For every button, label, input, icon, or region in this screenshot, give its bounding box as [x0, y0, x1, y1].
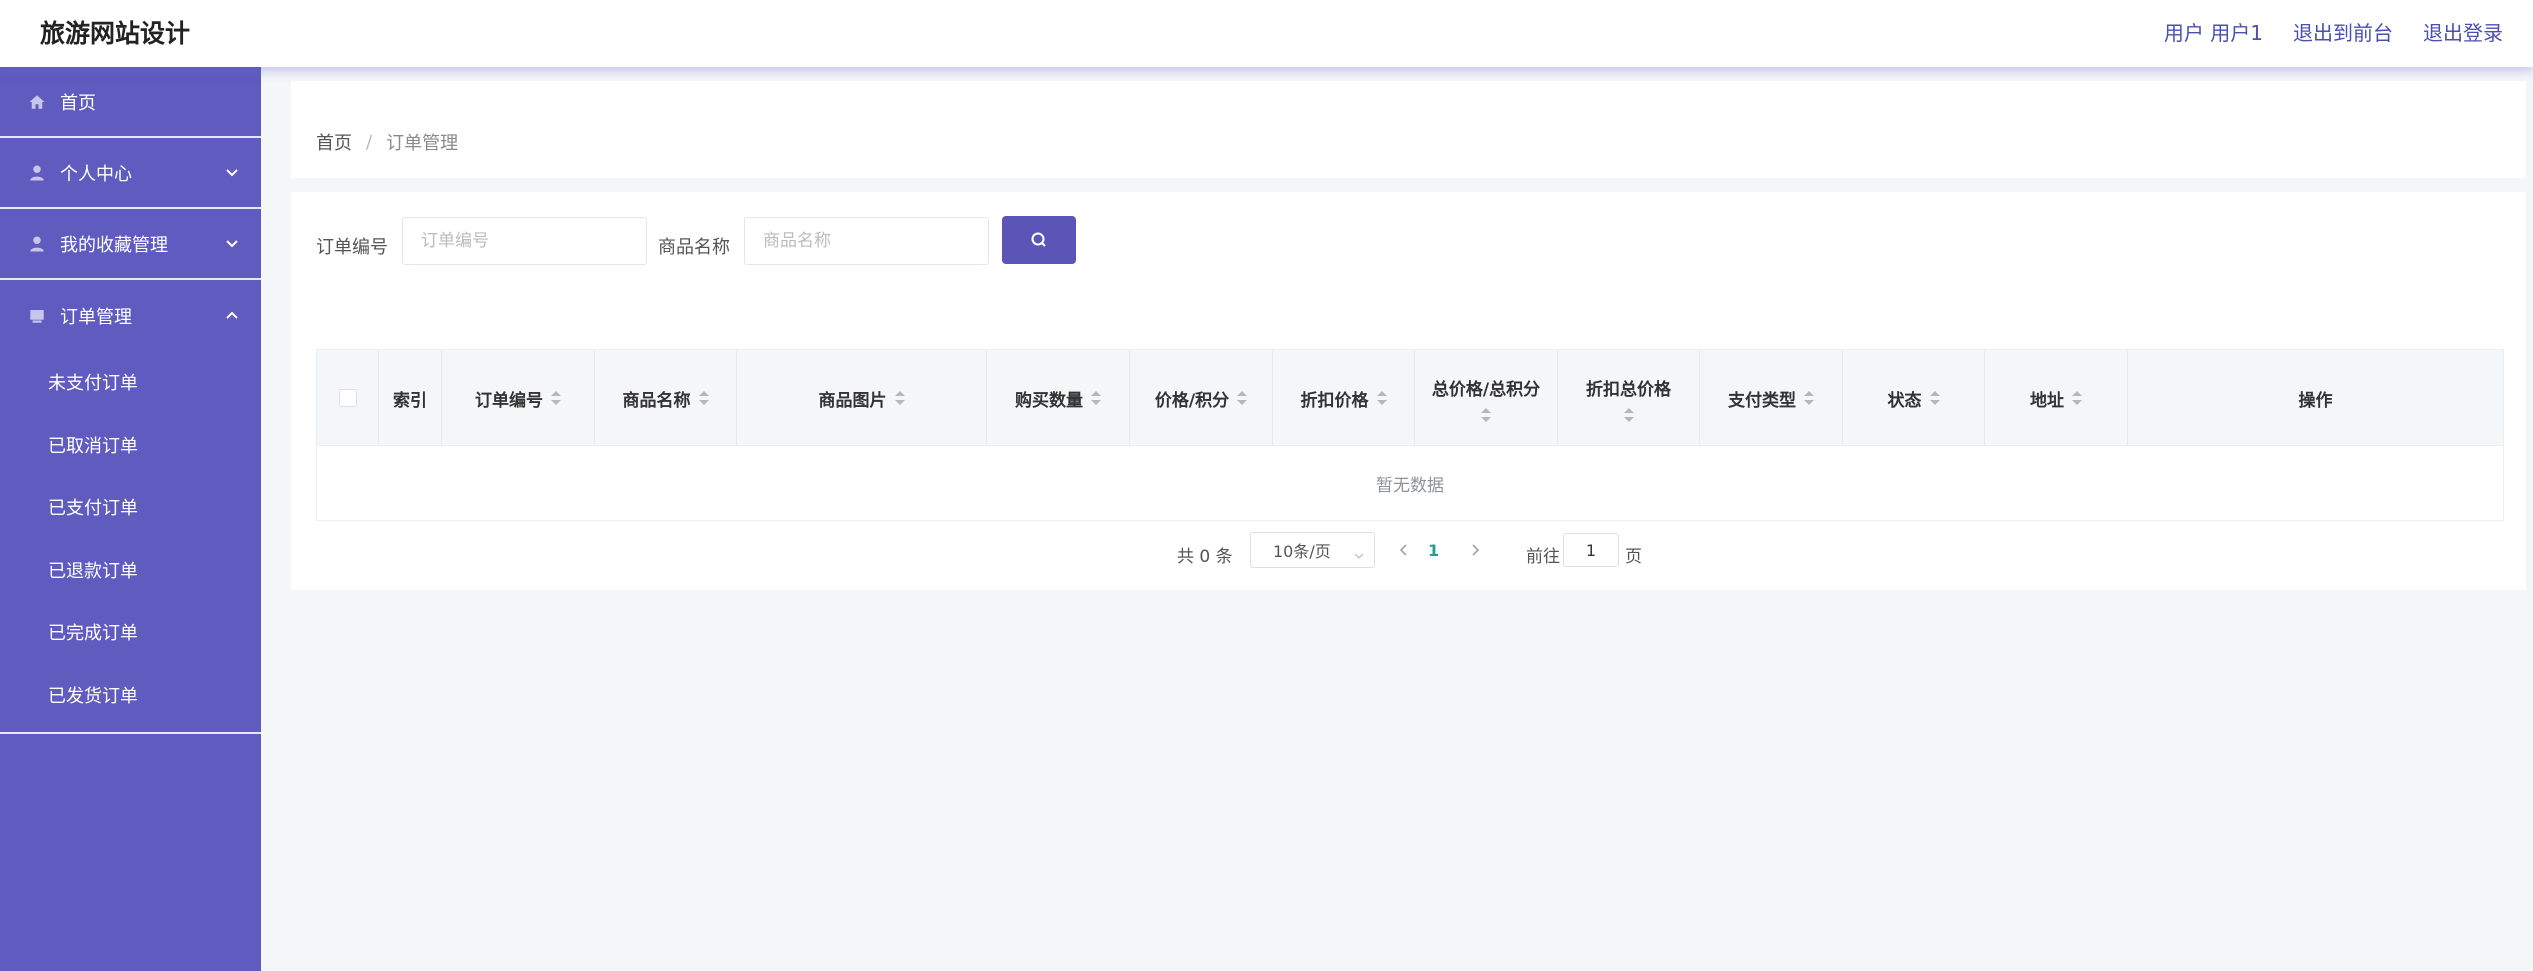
- page-number-current[interactable]: 1: [1428, 541, 1439, 560]
- column-header-quantity[interactable]: 购买数量: [987, 350, 1130, 446]
- order-icon: [28, 307, 46, 325]
- logout-link[interactable]: 退出登录: [2423, 17, 2503, 46]
- goto-label: 前往: [1526, 547, 1560, 567]
- site-title: 旅游网站设计: [40, 19, 191, 48]
- page-size-value: 10条/页: [1273, 542, 1331, 561]
- select-all-cell: [317, 350, 379, 446]
- chevron-down-icon: [1354, 546, 1364, 560]
- sort-icon: [551, 391, 561, 405]
- user-icon: [28, 164, 46, 182]
- submenu-item-cancelled[interactable]: 已取消订单: [0, 414, 261, 477]
- sort-icon: [1237, 391, 1248, 405]
- orders-table: 索引 订单编号 商品名称 商品图片 购买数量 价格/积分 折扣价格 总价格/总积…: [316, 349, 2504, 521]
- search-button[interactable]: [1002, 216, 1076, 264]
- select-all-checkbox[interactable]: [338, 389, 357, 407]
- sidebar-item-orders[interactable]: 订单管理: [0, 280, 261, 351]
- submenu-item-refunded[interactable]: 已退款订单: [0, 539, 261, 602]
- sidebar-item-label: 我的收藏管理: [60, 234, 168, 256]
- sort-icon: [1929, 391, 1940, 405]
- sidebar-item-home[interactable]: 首页: [0, 67, 261, 138]
- submenu-item-completed[interactable]: 已完成订单: [0, 601, 261, 664]
- page-size-select[interactable]: 10条/页: [1250, 532, 1375, 568]
- column-header-discount-price[interactable]: 折扣价格: [1273, 350, 1415, 446]
- prev-page-button[interactable]: [1397, 542, 1411, 558]
- pagination: 共 0 条 10条/页 1 前往 页: [291, 532, 2526, 572]
- sidebar-item-label: 订单管理: [60, 306, 132, 328]
- column-header-price[interactable]: 价格/积分: [1130, 350, 1273, 446]
- user-icon: [28, 235, 46, 253]
- column-header-actions: 操作: [2298, 390, 2333, 411]
- column-header-discount-total[interactable]: 折扣总价格: [1558, 350, 1700, 446]
- sidebar-item-label: 个人中心: [60, 163, 132, 185]
- submenu-item-paid[interactable]: 已支付订单: [0, 476, 261, 539]
- sidebar-item-personal-center[interactable]: 个人中心: [0, 138, 261, 209]
- sort-icon: [1091, 391, 1101, 405]
- sort-icon: [2072, 391, 2082, 405]
- main-content: 首页 / 订单管理 订单编号 商品名称 索引 订单编号: [261, 67, 2533, 971]
- sidebar-item-label: 首页: [60, 92, 96, 114]
- column-header-product-image[interactable]: 商品图片: [737, 350, 987, 446]
- sort-icon: [1481, 407, 1491, 422]
- column-header-total[interactable]: 总价格/总积分: [1415, 350, 1558, 446]
- breadcrumb: 首页 / 订单管理: [316, 129, 458, 155]
- chevron-up-icon: [225, 306, 239, 320]
- back-to-frontend-link[interactable]: 退出到前台: [2293, 17, 2393, 46]
- submenu-item-unpaid[interactable]: 未支付订单: [0, 351, 261, 414]
- sort-icon: [1804, 391, 1814, 405]
- sort-icon: [1623, 407, 1634, 422]
- total-count: 共 0 条: [1177, 547, 1233, 567]
- breadcrumb-home[interactable]: 首页: [316, 129, 352, 155]
- next-page-button[interactable]: [1468, 542, 1482, 558]
- product-name-input[interactable]: [744, 217, 989, 265]
- order-no-input[interactable]: [402, 217, 647, 265]
- sidebar-item-favorites[interactable]: 我的收藏管理: [0, 209, 261, 280]
- sidebar: 首页 个人中心 我的收藏管理 订单管理 未支付订单 已取消订单 已支付订单 已退…: [0, 67, 261, 971]
- order-no-label: 订单编号: [316, 237, 388, 258]
- search-icon: [1031, 232, 1046, 247]
- column-header-index: 索引: [379, 350, 442, 446]
- column-header-pay-type[interactable]: 支付类型: [1700, 350, 1843, 446]
- sort-icon: [894, 391, 905, 405]
- top-nav: 用户 用户1 退出到前台 退出登录: [2134, 17, 2503, 46]
- orders-submenu: 未支付订单 已取消订单 已支付订单 已退款订单 已完成订单 已发货订单: [0, 351, 261, 734]
- goto-suffix: 页: [1625, 547, 1642, 567]
- table-header: 索引 订单编号 商品名称 商品图片 购买数量 价格/积分 折扣价格 总价格/总积…: [317, 350, 2503, 446]
- breadcrumb-card: 首页 / 订单管理: [291, 81, 2526, 178]
- current-user-label: 用户 用户1: [2163, 21, 2263, 45]
- sort-icon: [1376, 391, 1387, 405]
- breadcrumb-separator: /: [366, 131, 373, 153]
- sort-icon: [698, 391, 709, 405]
- empty-state: 暂无数据: [1376, 475, 1444, 496]
- column-header-status[interactable]: 状态: [1843, 350, 1985, 446]
- breadcrumb-current: 订单管理: [386, 133, 459, 154]
- chevron-down-icon: [225, 235, 239, 249]
- column-header-address[interactable]: 地址: [1985, 350, 2128, 446]
- product-name-label: 商品名称: [658, 237, 730, 258]
- home-icon: [28, 93, 46, 111]
- submenu-item-shipped[interactable]: 已发货订单: [0, 664, 261, 727]
- top-bar: 旅游网站设计 用户 用户1 退出到前台 退出登录: [0, 0, 2533, 67]
- chevron-down-icon: [225, 164, 239, 178]
- goto-page-input[interactable]: [1563, 533, 1619, 567]
- column-header-product-name[interactable]: 商品名称: [595, 350, 737, 446]
- column-header-order-no[interactable]: 订单编号: [442, 350, 595, 446]
- order-list-card: 订单编号 商品名称 索引 订单编号 商品名称 商: [291, 192, 2526, 590]
